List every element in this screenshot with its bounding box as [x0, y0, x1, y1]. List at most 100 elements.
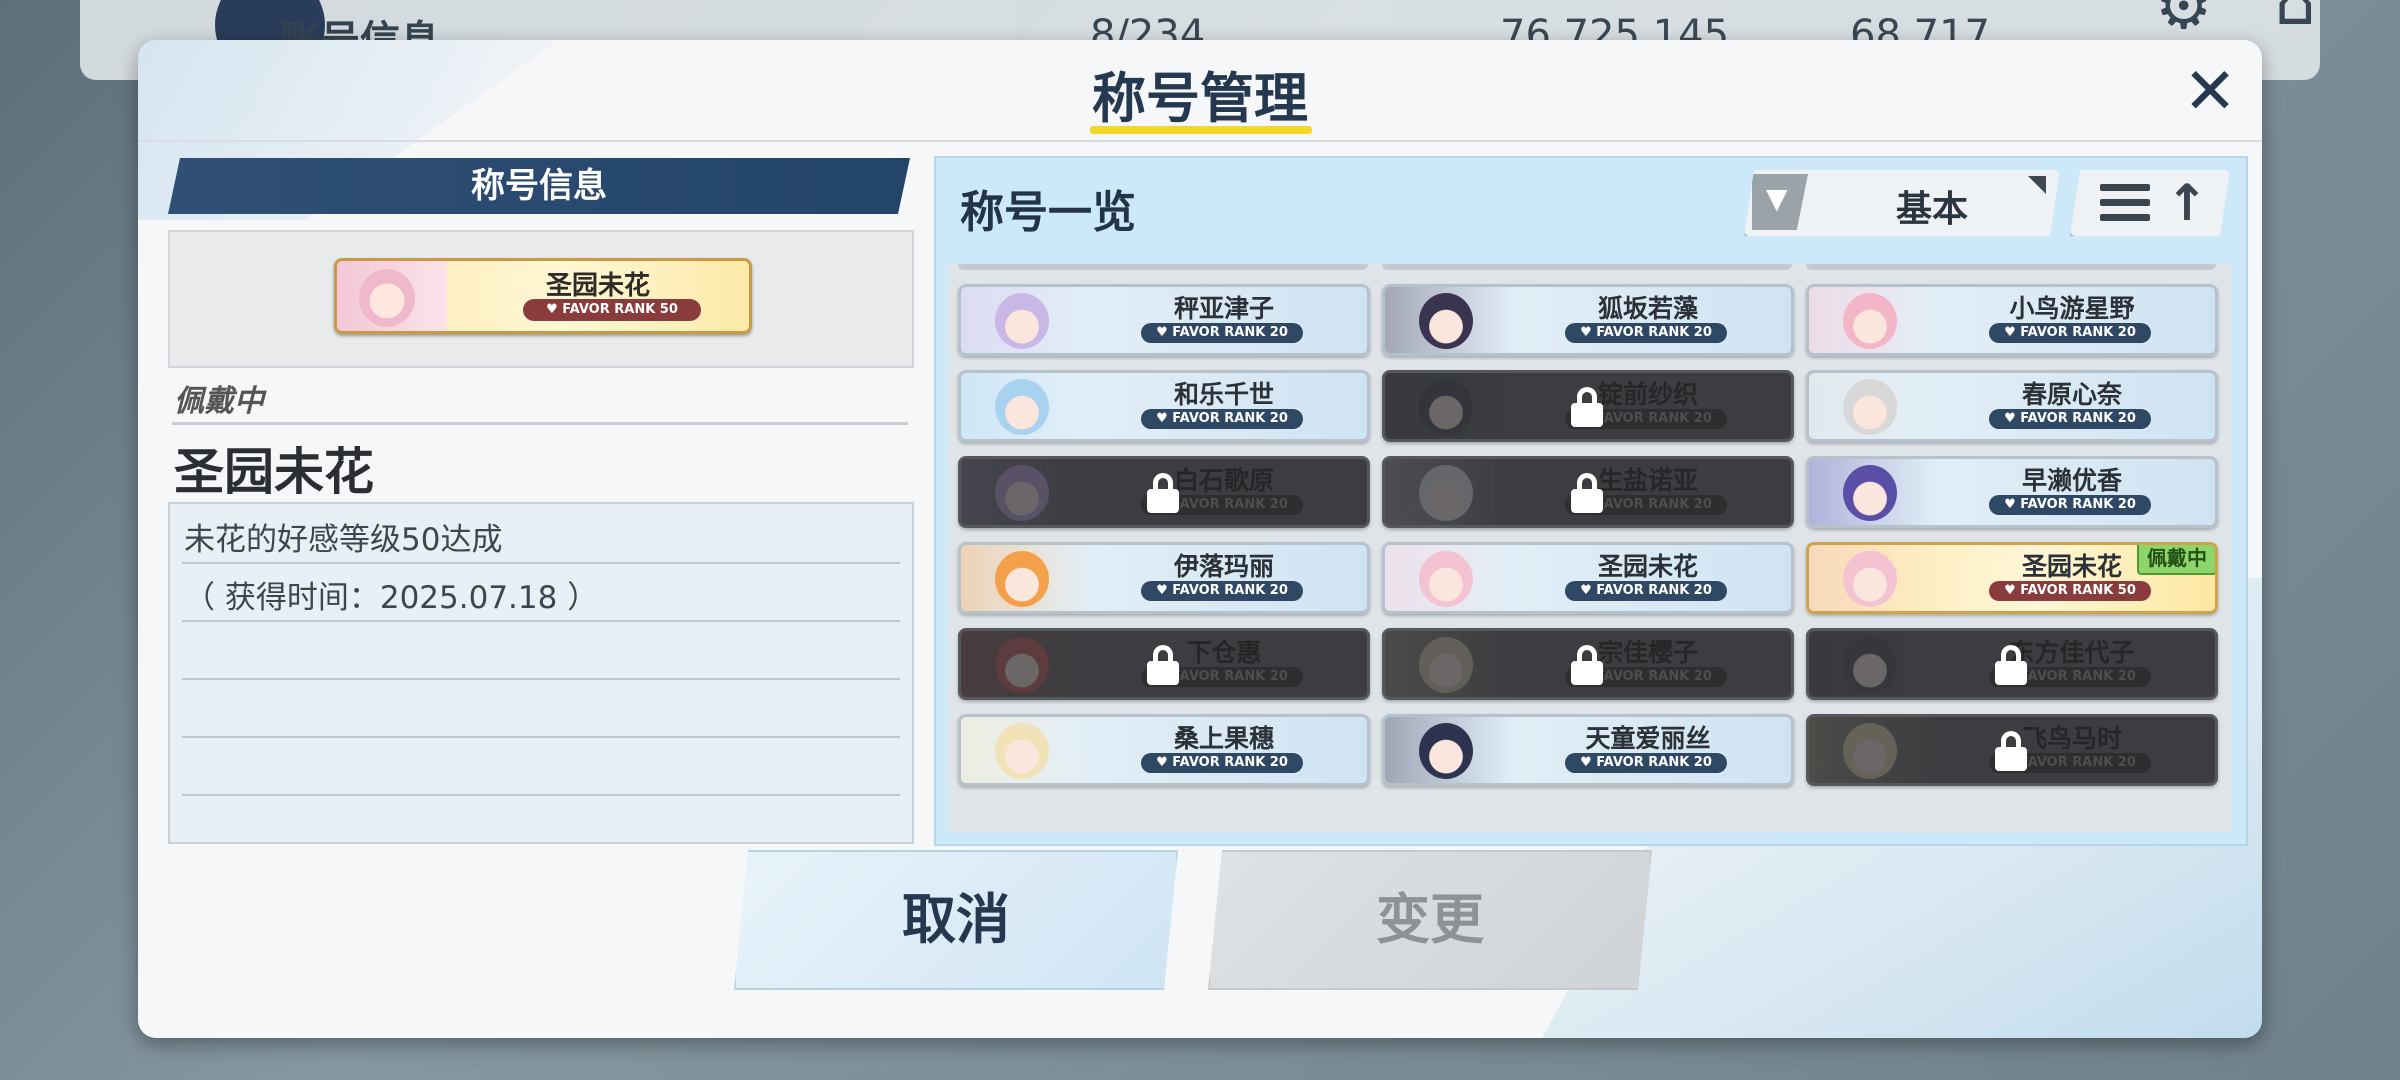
lock-icon: [1571, 387, 1603, 427]
title-card-name: 小鸟游星野: [2009, 294, 2135, 323]
title-list-panel: 称号一览 基本 ↑ 秤亚津子♥ FAVOR RANK 20狐坂若藻♥ FAVOR…: [934, 156, 2248, 846]
title-card[interactable]: 圣园未花 ♥ FAVOR RANK 20: [1382, 542, 1794, 614]
title-card-name: 桑上果穗: [1173, 724, 1274, 753]
character-portrait: [1809, 631, 1939, 697]
modal-header: 称号管理 ✕: [138, 40, 2262, 142]
title-card[interactable]: 小鸟游星野 ♥ FAVOR RANK 20: [1806, 284, 2218, 356]
cancel-button-label: 取消: [902, 888, 1010, 951]
favor-rank-label: ♥ FAVOR RANK 50: [523, 299, 701, 321]
title-card[interactable]: 圣园未花 ♥ FAVOR RANK 50 佩戴中: [1806, 542, 2218, 614]
favor-rank-label: ♥ FAVOR RANK 20: [1989, 323, 2151, 343]
title-description-box: 未花的好感等级50达成 （ 获得时间：2025.07.18 ）: [168, 502, 914, 844]
title-info-header-label: 称号信息: [471, 166, 607, 206]
title-card[interactable]: 春原心奈 ♥ FAVOR RANK 20: [1806, 370, 2218, 442]
title-list-header: 称号一览: [960, 187, 1136, 238]
character-portrait: [961, 545, 1091, 611]
title-card[interactable]: 锭前纱织 ♥ FAVOR RANK 20: [1382, 370, 1794, 442]
favor-rank-label: ♥ FAVOR RANK 20: [1141, 323, 1303, 343]
title-grid[interactable]: 秤亚津子 ♥ FAVOR RANK 20 狐坂若藻 ♥ FAVOR RANK 20 小鸟…: [948, 264, 2232, 832]
equipped-title-badge: 圣园未花 ♥ FAVOR RANK 50: [334, 258, 752, 334]
equipped-title-preview: 圣园未花 ♥ FAVOR RANK 50: [168, 230, 914, 368]
lock-icon: [1147, 645, 1179, 685]
title-card-name: 圣园未花: [1597, 552, 1698, 581]
character-portrait: [1809, 717, 1939, 783]
equipped-tag: 佩戴中: [2137, 545, 2215, 575]
lock-icon: [1995, 731, 2027, 771]
sort-button[interactable]: ↑: [2070, 170, 2230, 236]
title-card[interactable]: 飞鸟马时 ♥ FAVOR RANK 20: [1806, 714, 2218, 786]
character-portrait: [961, 717, 1091, 783]
title-card-name: 生盐诺亚: [1597, 466, 1698, 495]
obtained-date: （ 获得时间：2025.07.18 ）: [184, 580, 599, 616]
character-portrait: [1809, 287, 1939, 353]
filter-label: 基本: [1895, 189, 1968, 230]
title-card-name: 天童爱丽丝: [1585, 724, 1711, 753]
title-card-name: 早濑优香: [2021, 466, 2122, 495]
title-card-name: 下仓惠: [1186, 638, 1262, 667]
title-card[interactable]: 宗佳樱子 ♥ FAVOR RANK 20: [1382, 628, 1794, 700]
title-card[interactable]: 早濑优香 ♥ FAVOR RANK 20: [1806, 456, 2218, 528]
character-portrait: [1385, 717, 1515, 783]
character-portrait: [961, 373, 1091, 439]
favor-rank-label: ♥ FAVOR RANK 20: [1141, 409, 1303, 429]
filter-button[interactable]: 基本: [1744, 170, 2060, 236]
cancel-button[interactable]: 取消: [734, 850, 1178, 990]
favor-rank-label: ♥ FAVOR RANK 20: [1565, 753, 1727, 773]
description-text: 未花的好感等级50达成: [184, 522, 503, 558]
character-portrait: [961, 459, 1091, 525]
lock-icon: [1147, 473, 1179, 513]
sort-ascending-icon: [2100, 184, 2150, 224]
title-card-name: 飞鸟马时: [2021, 724, 2122, 753]
title-card-name: 和乐千世: [1173, 380, 1274, 409]
title-card[interactable]: 桑上果穗 ♥ FAVOR RANK 20: [958, 714, 1370, 786]
lock-icon: [1995, 645, 2027, 685]
modal-title: 称号管理: [1092, 67, 1308, 130]
title-card[interactable]: 东方佳代子 ♥ FAVOR RANK 20: [1806, 628, 2218, 700]
selected-title-name: 圣园未花: [174, 443, 374, 501]
title-underline: [1090, 126, 1312, 134]
title-card[interactable]: 狐坂若藻 ♥ FAVOR RANK 20: [1382, 284, 1794, 356]
title-management-modal: 称号管理 ✕ 称号信息 圣园未花 ♥ FAVOR RANK 50 佩戴中 圣园未…: [138, 40, 2262, 1038]
change-button-label: 变更: [1376, 888, 1484, 951]
character-portrait: [1385, 459, 1515, 525]
title-card[interactable]: 秤亚津子 ♥ FAVOR RANK 20: [958, 284, 1370, 356]
character-portrait: [1809, 459, 1939, 525]
character-portrait: [961, 287, 1091, 353]
title-card-name: 春原心奈: [2021, 380, 2122, 409]
title-card[interactable]: 天童爱丽丝 ♥ FAVOR RANK 20: [1382, 714, 1794, 786]
character-portrait: [961, 631, 1091, 697]
character-portrait: [1809, 545, 1939, 611]
title-card[interactable]: 下仓惠 ♥ FAVOR RANK 20: [958, 628, 1370, 700]
title-card[interactable]: 和乐千世 ♥ FAVOR RANK 20: [958, 370, 1370, 442]
wearing-label: 佩戴中: [174, 384, 264, 419]
badge-name: 圣园未花: [545, 271, 650, 301]
character-portrait: [337, 261, 447, 331]
favor-rank-label: ♥ FAVOR RANK 50: [1989, 581, 2151, 601]
title-card-name: 东方佳代子: [2009, 638, 2135, 667]
close-icon[interactable]: ✕: [2174, 56, 2246, 128]
favor-rank-label: ♥ FAVOR RANK 20: [1141, 753, 1303, 773]
title-card-name: 白石歌原: [1173, 466, 1274, 495]
title-card-name: 锭前纱织: [1597, 380, 1698, 409]
title-card-name: 伊落玛丽: [1173, 552, 1274, 581]
character-portrait: [1385, 631, 1515, 697]
favor-rank-label: ♥ FAVOR RANK 20: [1989, 495, 2151, 515]
favor-rank-label: ♥ FAVOR RANK 20: [1565, 581, 1727, 601]
lock-icon: [1571, 645, 1603, 685]
title-card-name: 秤亚津子: [1173, 294, 1274, 323]
title-card[interactable]: 白石歌原 ♥ FAVOR RANK 20: [958, 456, 1370, 528]
title-card[interactable]: 伊落玛丽 ♥ FAVOR RANK 20: [958, 542, 1370, 614]
gear-icon: ⚙: [2155, 0, 2213, 44]
filter-icon: [1752, 174, 1808, 230]
character-portrait: [1385, 287, 1515, 353]
title-card[interactable]: 生盐诺亚 ♥ FAVOR RANK 20: [1382, 456, 1794, 528]
favor-rank-label: ♥ FAVOR RANK 20: [1565, 323, 1727, 343]
change-button[interactable]: 变更: [1208, 850, 1652, 990]
character-portrait: [1385, 373, 1515, 439]
character-portrait: [1809, 373, 1939, 439]
lock-icon: [1571, 473, 1603, 513]
title-info-header: 称号信息: [168, 158, 910, 214]
favor-rank-label: ♥ FAVOR RANK 20: [1141, 581, 1303, 601]
title-card-name: 宗佳樱子: [1597, 638, 1698, 667]
arrow-up-icon: ↑: [2166, 174, 2208, 232]
